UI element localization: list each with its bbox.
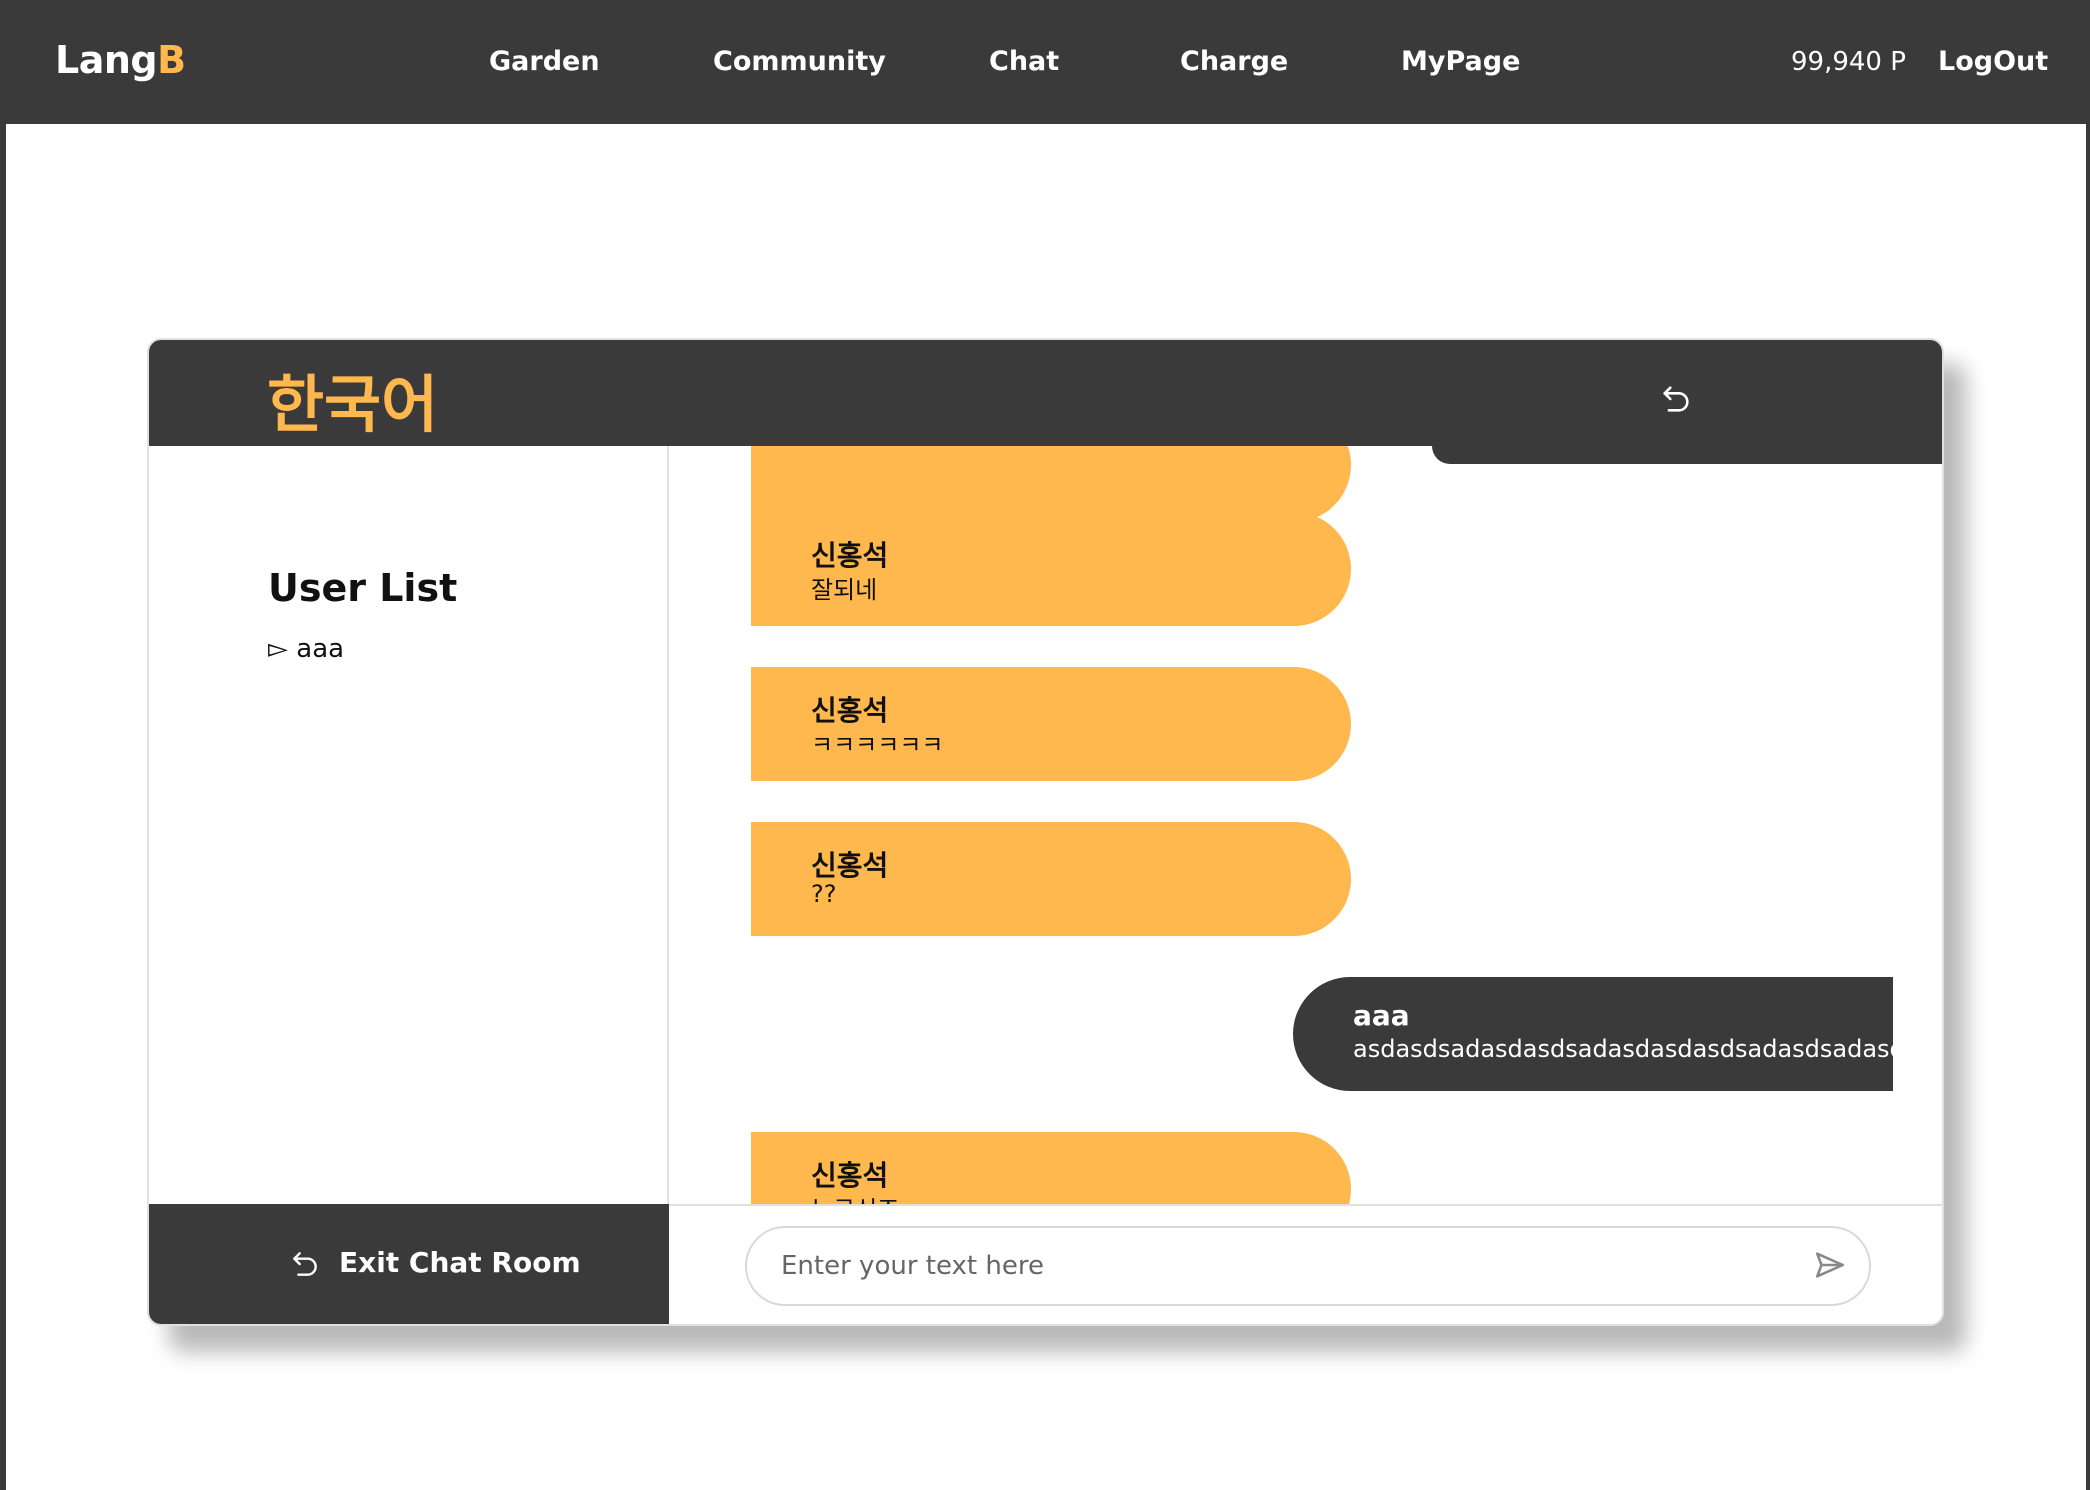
message-sender: 신홍석 bbox=[811, 539, 889, 572]
message-sender: aaa bbox=[1353, 999, 1410, 1032]
message-text: asdasdsadasdasdsadasdasdasdsadasdsadasda… bbox=[1353, 1035, 1893, 1063]
message-sender: 신홍석 bbox=[811, 694, 889, 727]
nav-item-garden[interactable]: Garden bbox=[489, 46, 600, 77]
exit-chat-room-label: Exit Chat Room bbox=[339, 1246, 581, 1279]
user-list-panel: User List ▻ aaa bbox=[149, 446, 669, 1324]
message-list[interactable]: 신홍석 잘되네 신홍석 ㅋㅋㅋㅋㅋㅋ 신홍석 ?? aaa asdasdsada… bbox=[671, 446, 1942, 1204]
nav-item-mypage[interactable]: MyPage bbox=[1401, 46, 1520, 77]
message-bubble: 신홍석 ?? bbox=[751, 822, 1351, 936]
message-text: 잘되네 bbox=[811, 576, 878, 604]
message-text: ㅋㅋㅋㅋㅋㅋ bbox=[811, 731, 944, 759]
message-bubble: 신홍석 잘되네 bbox=[751, 512, 1351, 626]
message-sender: 신홍석 bbox=[811, 849, 889, 882]
message-input-box bbox=[745, 1226, 1871, 1306]
message-bubble-partial bbox=[751, 446, 1351, 522]
return-arrow-icon[interactable] bbox=[1659, 382, 1693, 416]
partial-message-bubble bbox=[1432, 446, 1942, 464]
send-icon[interactable] bbox=[1813, 1248, 1847, 1282]
page: LangB Garden Community Chat Charge MyPag… bbox=[6, 4, 2086, 1490]
exit-chat-room-button[interactable]: Exit Chat Room bbox=[149, 1204, 669, 1324]
return-arrow-icon bbox=[293, 1252, 317, 1276]
message-input[interactable] bbox=[781, 1246, 1781, 1286]
nav-item-community[interactable]: Community bbox=[713, 46, 886, 77]
chat-room-card: 한국어 User List ▻ aaa 신홍석 잘되네 신홍석 ㅋㅋㅋㅋㅋㅋ 신… bbox=[147, 338, 1944, 1326]
message-bubble: 신홍석 ㅋㅋㅋㅋㅋㅋ bbox=[751, 667, 1351, 781]
my-message-bubble: aaa asdasdsadasdasdsadasdasdasdsadasdsad… bbox=[1293, 977, 1893, 1091]
language-title: 한국어 bbox=[267, 368, 439, 441]
logo-main: Lang bbox=[55, 38, 158, 82]
logo[interactable]: LangB bbox=[55, 38, 186, 82]
message-sender: 신홍석 bbox=[811, 1159, 889, 1192]
logout-button[interactable]: LogOut bbox=[1938, 46, 2048, 77]
message-input-area bbox=[669, 1204, 1942, 1324]
chat-header: 한국어 bbox=[149, 340, 1942, 446]
user-list-item[interactable]: ▻ aaa bbox=[268, 634, 344, 664]
message-bubble: 신홍석 누구신죠 bbox=[751, 1132, 1351, 1204]
nav-item-chat[interactable]: Chat bbox=[989, 46, 1059, 77]
nav-item-charge[interactable]: Charge bbox=[1180, 46, 1288, 77]
message-text: 누구신죠 bbox=[811, 1190, 899, 1204]
user-list-title: User List bbox=[268, 566, 458, 610]
logo-accent: B bbox=[157, 38, 186, 82]
message-text: ?? bbox=[811, 880, 837, 908]
points-balance: 99,940 P bbox=[1791, 47, 1906, 77]
top-navigation-bar: LangB Garden Community Chat Charge MyPag… bbox=[6, 4, 2086, 124]
